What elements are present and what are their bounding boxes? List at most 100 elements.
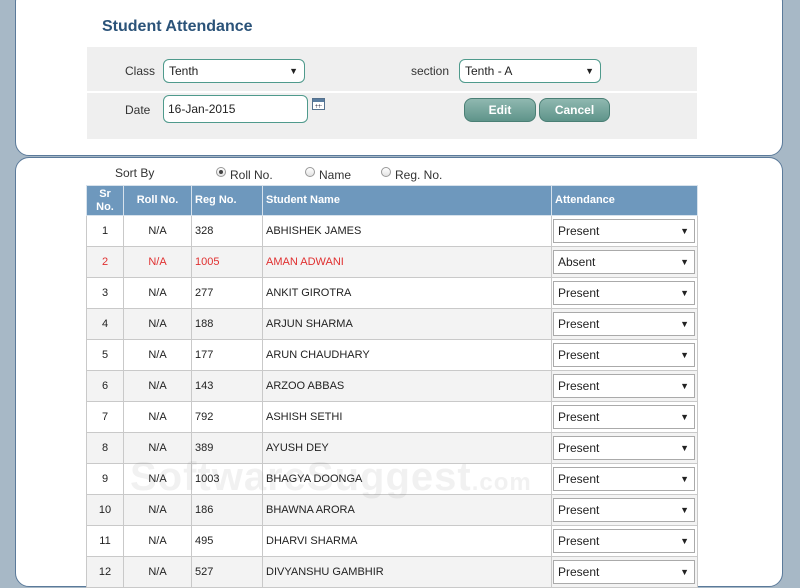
attendance-value: Present	[558, 441, 600, 455]
cell-name: AYUSH DEY	[262, 432, 552, 464]
cell-name: ANKIT GIROTRA	[262, 277, 552, 309]
cell-name: ARZOO ABBAS	[262, 370, 552, 402]
chevron-down-icon: ▼	[289, 66, 298, 76]
cell-roll: N/A	[123, 246, 192, 278]
attendance-select[interactable]: Present ▼	[553, 374, 695, 398]
cell-attendance: Present ▼	[551, 339, 698, 371]
attendance-select[interactable]: Present ▼	[553, 312, 695, 336]
cell-reg: 328	[191, 215, 263, 247]
cell-reg: 1005	[191, 246, 263, 278]
table-row: 9 N/A 1003 BHAGYA DOONGA Present ▼	[86, 463, 698, 495]
cell-reg: 188	[191, 308, 263, 340]
attendance-select[interactable]: Present ▼	[553, 467, 695, 491]
cell-name: ARJUN SHARMA	[262, 308, 552, 340]
cell-name: ASHISH SETHI	[262, 401, 552, 433]
chevron-down-icon: ▼	[680, 226, 689, 236]
header-attendance: Attendance	[551, 185, 698, 216]
page-title: Student Attendance	[102, 18, 253, 35]
cell-sr: 11	[86, 525, 124, 557]
chevron-down-icon: ▼	[680, 257, 689, 267]
class-select-value: Tenth	[169, 64, 199, 78]
cell-reg: 527	[191, 556, 263, 588]
sort-reg-label[interactable]: Reg. No.	[395, 168, 442, 182]
sort-name-label[interactable]: Name	[319, 168, 351, 182]
cell-attendance: Present ▼	[551, 432, 698, 464]
attendance-value: Present	[558, 317, 600, 331]
sort-by-label: Sort By	[115, 166, 155, 180]
table-row: 3 N/A 277 ANKIT GIROTRA Present ▼	[86, 277, 698, 309]
cell-attendance: Present ▼	[551, 556, 698, 588]
attendance-value: Absent	[558, 255, 596, 269]
attendance-select[interactable]: Present ▼	[553, 498, 695, 522]
cell-attendance: Present ▼	[551, 463, 698, 495]
chevron-down-icon: ▼	[680, 350, 689, 360]
cell-sr: 10	[86, 494, 124, 526]
filter-divider	[87, 91, 697, 93]
attendance-value: Present	[558, 503, 600, 517]
cell-reg: 792	[191, 401, 263, 433]
attendance-select[interactable]: Absent ▼	[553, 250, 695, 274]
attendance-select[interactable]: Present ▼	[553, 405, 695, 429]
cell-name: DIVYANSHU GAMBHIR	[262, 556, 552, 588]
cancel-button[interactable]: Cancel	[539, 98, 610, 122]
chevron-down-icon: ▼	[680, 381, 689, 391]
cell-name: ARUN CHAUDHARY	[262, 339, 552, 371]
class-select[interactable]: Tenth ▼	[163, 59, 305, 83]
cell-reg: 186	[191, 494, 263, 526]
sort-name-radio[interactable]	[305, 167, 315, 177]
date-input[interactable]: 16-Jan-2015	[163, 95, 308, 123]
table-row: 1 N/A 328 ABHISHEK JAMES Present ▼	[86, 215, 698, 247]
sort-reg-radio[interactable]	[381, 167, 391, 177]
cell-sr: 4	[86, 308, 124, 340]
attendance-select[interactable]: Present ▼	[553, 219, 695, 243]
attendance-select[interactable]: Present ▼	[553, 281, 695, 305]
table-row: 5 N/A 177 ARUN CHAUDHARY Present ▼	[86, 339, 698, 371]
chevron-down-icon: ▼	[680, 288, 689, 298]
attendance-value: Present	[558, 224, 600, 238]
attendance-select[interactable]: Present ▼	[553, 343, 695, 367]
cell-name: BHAGYA DOONGA	[262, 463, 552, 495]
calendar-icon[interactable]	[312, 98, 325, 110]
attendance-value: Present	[558, 286, 600, 300]
chevron-down-icon: ▼	[680, 412, 689, 422]
sort-roll-radio[interactable]	[216, 167, 226, 177]
cell-reg: 177	[191, 339, 263, 371]
sort-roll-label[interactable]: Roll No.	[230, 168, 273, 182]
table-row: 8 N/A 389 AYUSH DEY Present ▼	[86, 432, 698, 464]
cell-roll: N/A	[123, 432, 192, 464]
cell-reg: 143	[191, 370, 263, 402]
attendance-value: Present	[558, 348, 600, 362]
attendance-select[interactable]: Present ▼	[553, 529, 695, 553]
table-row: 12 N/A 527 DIVYANSHU GAMBHIR Present ▼	[86, 556, 698, 588]
cell-name: ABHISHEK JAMES	[262, 215, 552, 247]
cell-reg: 1003	[191, 463, 263, 495]
cell-roll: N/A	[123, 556, 192, 588]
cell-sr: 2	[86, 246, 124, 278]
cell-sr: 5	[86, 339, 124, 371]
cell-reg: 389	[191, 432, 263, 464]
cell-name: AMAN ADWANI	[262, 246, 552, 278]
cell-sr: 3	[86, 277, 124, 309]
table-row: 11 N/A 495 DHARVI SHARMA Present ▼	[86, 525, 698, 557]
attendance-table: Sr No. Roll No. Reg No. Student Name Att…	[86, 185, 698, 588]
attendance-select[interactable]: Present ▼	[553, 560, 695, 584]
attendance-value: Present	[558, 410, 600, 424]
cell-roll: N/A	[123, 370, 192, 402]
header-sr: Sr No.	[86, 185, 124, 216]
cell-sr: 12	[86, 556, 124, 588]
chevron-down-icon: ▼	[680, 443, 689, 453]
edit-button[interactable]: Edit	[464, 98, 536, 122]
date-value: 16-Jan-2015	[168, 102, 236, 116]
cell-roll: N/A	[123, 463, 192, 495]
cell-name: DHARVI SHARMA	[262, 525, 552, 557]
cell-attendance: Present ▼	[551, 308, 698, 340]
cell-sr: 7	[86, 401, 124, 433]
chevron-down-icon: ▼	[680, 505, 689, 515]
chevron-down-icon: ▼	[585, 66, 594, 76]
section-select[interactable]: Tenth - A ▼	[459, 59, 601, 83]
header-reg: Reg No.	[191, 185, 263, 216]
attendance-select[interactable]: Present ▼	[553, 436, 695, 460]
chevron-down-icon: ▼	[680, 319, 689, 329]
cell-attendance: Absent ▼	[551, 246, 698, 278]
chevron-down-icon: ▼	[680, 474, 689, 484]
